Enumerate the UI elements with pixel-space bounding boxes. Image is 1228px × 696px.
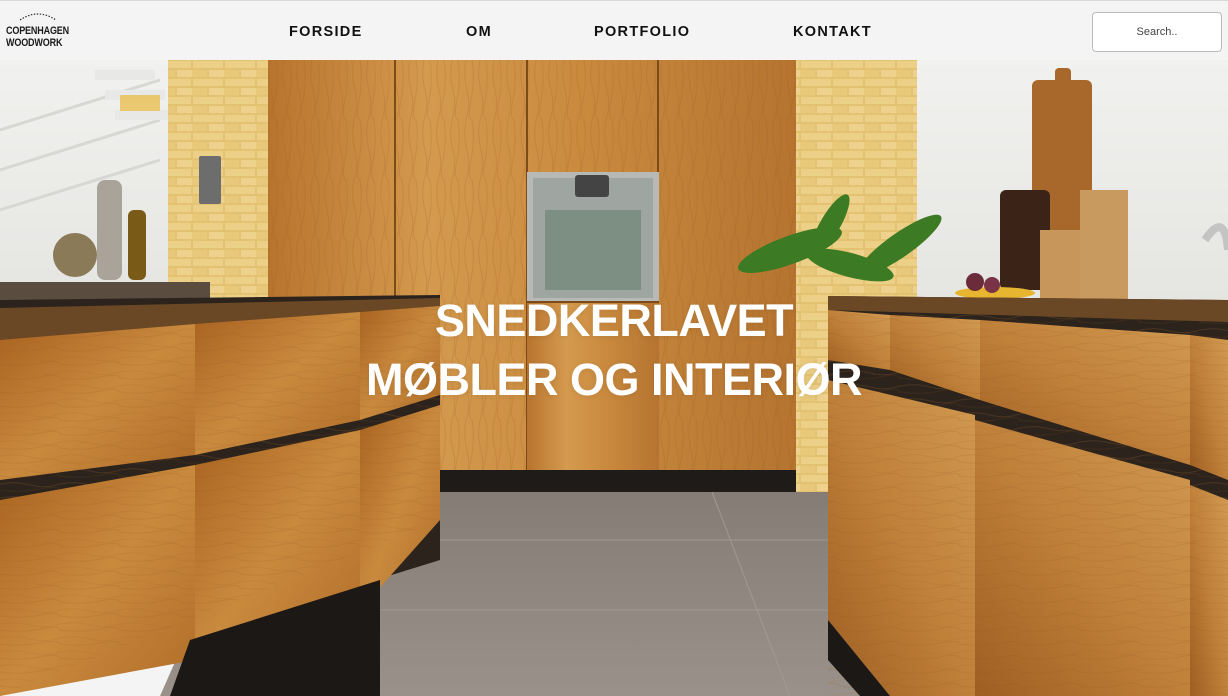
- logo-line-woodwork: WOODWORK: [6, 37, 63, 49]
- logo-arc-mark: [19, 13, 57, 21]
- nav-item-forside[interactable]: FORSIDE: [289, 24, 363, 40]
- hero-title-line1: SNEDKERLAVET: [434, 295, 794, 346]
- brand-logo[interactable]: COPENHAGEN WOODWORK: [6, 11, 70, 53]
- hero-title-line2: MØBLER OG INTERIØR: [366, 354, 863, 405]
- logo-line-copenhagen: COPENHAGEN: [6, 25, 70, 37]
- nav-item-portfolio[interactable]: PORTFOLIO: [594, 24, 690, 40]
- nav-item-kontakt[interactable]: KONTAKT: [793, 24, 872, 40]
- hero-section: SNEDKERLAVET MØBLER OG INTERIØR: [0, 60, 1228, 696]
- nav-item-om[interactable]: OM: [466, 24, 492, 40]
- site-header: COPENHAGEN WOODWORK FORSIDE OM PORTFOLIO…: [0, 0, 1228, 60]
- search-input[interactable]: [1092, 12, 1222, 52]
